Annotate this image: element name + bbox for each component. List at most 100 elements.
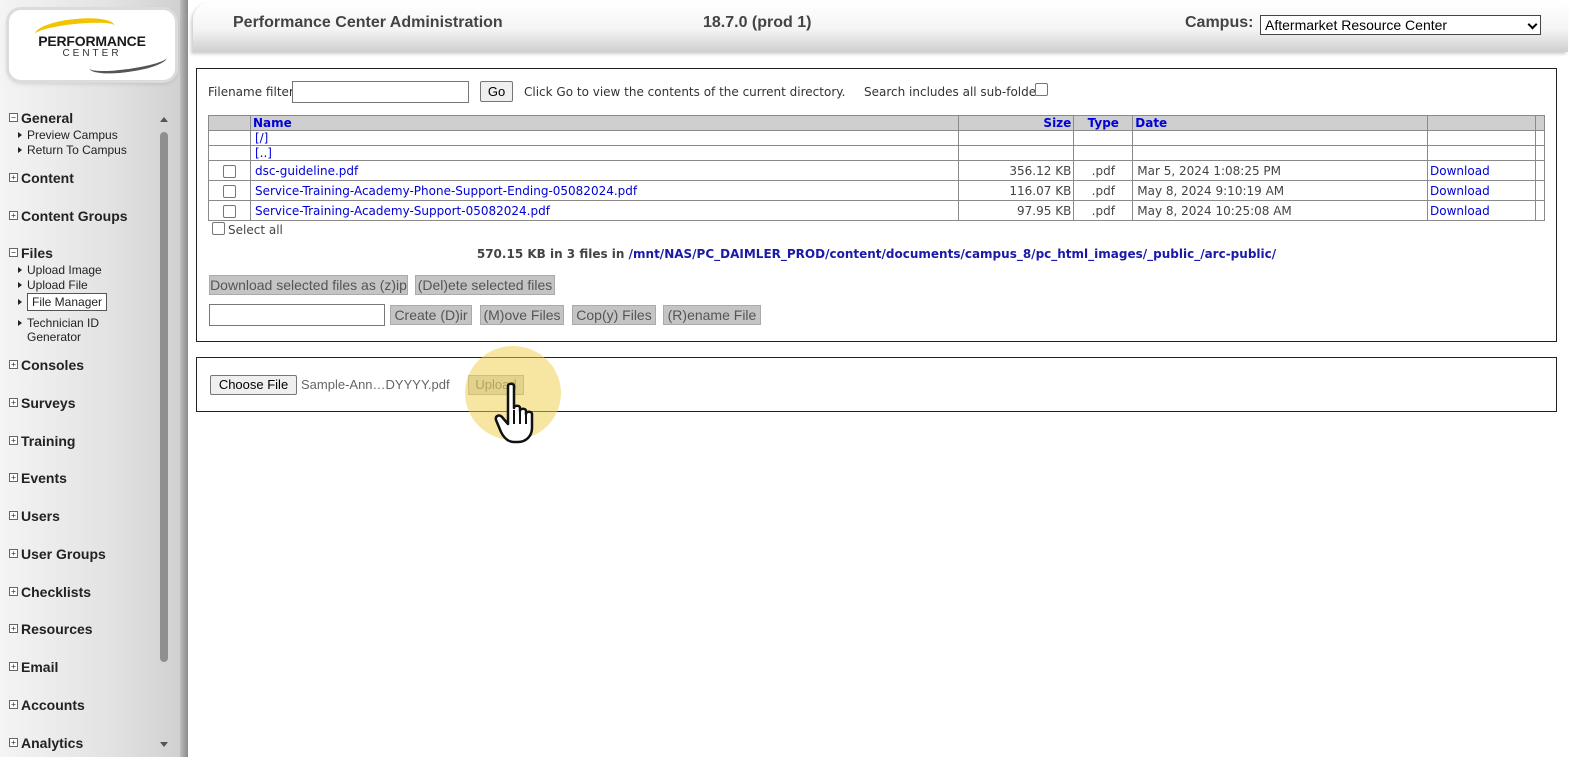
sidebar-item-label-continued[interactable]: Generator [27, 330, 81, 344]
file-name-link[interactable]: Service-Training-Academy-Support-0508202… [255, 204, 550, 218]
sidebar-section-analytics[interactable]: + Analytics [9, 735, 83, 751]
sidebar-section-email[interactable]: + Email [9, 659, 58, 675]
expand-icon[interactable]: + [9, 511, 18, 520]
sidebar-item-label: File Manager [27, 293, 108, 311]
sidebar-section-checklists[interactable]: + Checklists [9, 584, 91, 600]
sidebar-section-resources[interactable]: + Resources [9, 621, 93, 637]
campus-label: Campus: [1185, 14, 1254, 31]
sidebar-section-surveys[interactable]: + Surveys [9, 395, 75, 411]
sidebar-item-technician-id-generator[interactable]: Technician ID [18, 316, 99, 330]
triangle-right-icon [18, 282, 22, 288]
performance-center-logo[interactable]: PERFORMANCE CENTER [9, 10, 175, 80]
subfolders-label: Search includes all sub-folders [864, 85, 1048, 99]
rename-file-button[interactable]: (R)ename File [663, 305, 761, 325]
sidebar-item-label: Upload File [27, 278, 88, 292]
download-link[interactable]: Download [1430, 184, 1490, 198]
campus-select-value: Aftermarket Resource Center [1265, 17, 1448, 33]
create-dir-button[interactable]: Create (D)ir [390, 305, 472, 325]
sidebar-section-consoles[interactable]: + Consoles [9, 357, 84, 373]
delete-files-button[interactable]: (Del)ete selected files [415, 275, 555, 295]
select-all-checkbox[interactable] [212, 222, 225, 235]
scroll-down-arrow-icon[interactable] [160, 742, 168, 747]
upload-panel: Choose File Sample-Ann…DYYYY.pdf Upload [196, 357, 1557, 412]
table-header-row: Name Size Type Date [208, 115, 1546, 131]
expand-icon[interactable]: + [9, 436, 18, 445]
expand-icon[interactable]: + [9, 662, 18, 671]
sidebar-section-content-groups[interactable]: + Content Groups [9, 208, 128, 224]
dir-name-input[interactable] [209, 304, 385, 326]
scrollbar-thumb[interactable] [160, 132, 168, 662]
filename-filter-input[interactable] [292, 81, 469, 103]
sidebar-section-training[interactable]: + Training [9, 433, 75, 449]
table-row-dir-root: [/] [208, 130, 1546, 146]
sidebar-section-users[interactable]: + Users [9, 508, 60, 524]
sidebar-section-user-groups[interactable]: + User Groups [9, 546, 106, 562]
file-name-link[interactable]: dsc-guideline.pdf [255, 164, 358, 178]
file-checkbox[interactable] [222, 164, 236, 178]
choose-file-button[interactable]: Choose File [210, 375, 297, 395]
sidebar-section-label: Users [21, 508, 60, 524]
collapse-icon[interactable]: − [9, 248, 18, 257]
file-date: May 8, 2024 9:10:19 AM [1132, 180, 1429, 201]
file-type: .pdf [1073, 160, 1134, 181]
download-link[interactable]: Download [1430, 204, 1490, 218]
file-date: Mar 5, 2024 1:08:25 PM [1132, 160, 1429, 181]
dir-parent-link[interactable]: [..] [255, 146, 272, 160]
sidebar-divider [180, 0, 188, 757]
sidebar-section-general[interactable]: − General [9, 110, 73, 126]
sidebar-item-upload-file[interactable]: Upload File [18, 278, 88, 292]
file-type: .pdf [1073, 200, 1134, 221]
expand-icon[interactable]: + [9, 587, 18, 596]
sidebar-item-file-manager[interactable]: File Manager [18, 293, 108, 311]
column-header-type[interactable]: Type [1073, 115, 1134, 131]
expand-icon[interactable]: + [9, 473, 18, 482]
sidebar-section-label: Email [21, 659, 59, 675]
sidebar-item-return-to-campus[interactable]: Return To Campus [18, 143, 127, 157]
dir-root-link[interactable]: [/] [255, 131, 268, 145]
file-manager-panel: Filename filter: Go Click Go to view the… [196, 68, 1557, 342]
collapse-icon[interactable]: − [9, 113, 18, 122]
expand-icon[interactable]: + [9, 173, 18, 182]
expand-icon[interactable]: + [9, 360, 18, 369]
expand-icon[interactable]: + [9, 624, 18, 633]
column-header-date[interactable]: Date [1132, 115, 1429, 131]
sidebar-item-preview-campus[interactable]: Preview Campus [18, 128, 118, 142]
table-row: Service-Training-Academy-Phone-Support-E… [208, 180, 1546, 201]
sidebar-item-upload-image[interactable]: Upload Image [18, 263, 102, 277]
expand-icon[interactable]: + [9, 398, 18, 407]
version-label: 18.7.0 (prod 1) [703, 14, 812, 31]
download-zip-button[interactable]: Download selected files as (z)ip [209, 275, 408, 295]
sidebar-section-events[interactable]: + Events [9, 470, 67, 486]
logo-text-primary: PERFORMANCE [38, 33, 146, 49]
sidebar-section-accounts[interactable]: + Accounts [9, 697, 85, 713]
sidebar-item-label: Return To Campus [27, 143, 127, 157]
download-link[interactable]: Download [1430, 164, 1490, 178]
scroll-up-arrow-icon[interactable] [160, 117, 168, 122]
expand-icon[interactable]: + [9, 738, 18, 747]
sidebar-section-label: Resources [21, 621, 93, 637]
sidebar-item-label: Preview Campus [27, 128, 118, 142]
file-type: .pdf [1073, 180, 1134, 201]
sidebar-section-label: Content [21, 170, 74, 186]
column-header-name[interactable]: Name [249, 115, 960, 131]
go-button[interactable]: Go [480, 81, 513, 102]
expand-icon[interactable]: + [9, 700, 18, 709]
file-checkbox[interactable] [222, 204, 236, 218]
file-name-link[interactable]: Service-Training-Academy-Phone-Support-E… [255, 184, 637, 198]
column-header-size[interactable]: Size [958, 115, 1075, 131]
triangle-right-icon [18, 320, 22, 326]
sidebar-scrollbar[interactable] [158, 112, 170, 752]
expand-icon[interactable]: + [9, 549, 18, 558]
file-checkbox[interactable] [222, 184, 236, 198]
directory-summary: 570.15 KB in 3 files in /mnt/NAS/PC_DAIM… [197, 247, 1556, 261]
copy-files-button[interactable]: Cop(y) Files [572, 305, 656, 325]
sidebar-section-label: Checklists [21, 584, 92, 600]
triangle-right-icon [18, 299, 22, 305]
sidebar-section-content[interactable]: + Content [9, 170, 74, 186]
subfolders-checkbox[interactable] [1035, 83, 1048, 96]
sidebar-section-files[interactable]: − Files [9, 245, 53, 261]
move-files-button[interactable]: (M)ove Files [480, 305, 564, 325]
campus-select[interactable]: Aftermarket Resource Center [1260, 15, 1541, 35]
filename-filter-label: Filename filter: [208, 85, 298, 99]
expand-icon[interactable]: + [9, 211, 18, 220]
